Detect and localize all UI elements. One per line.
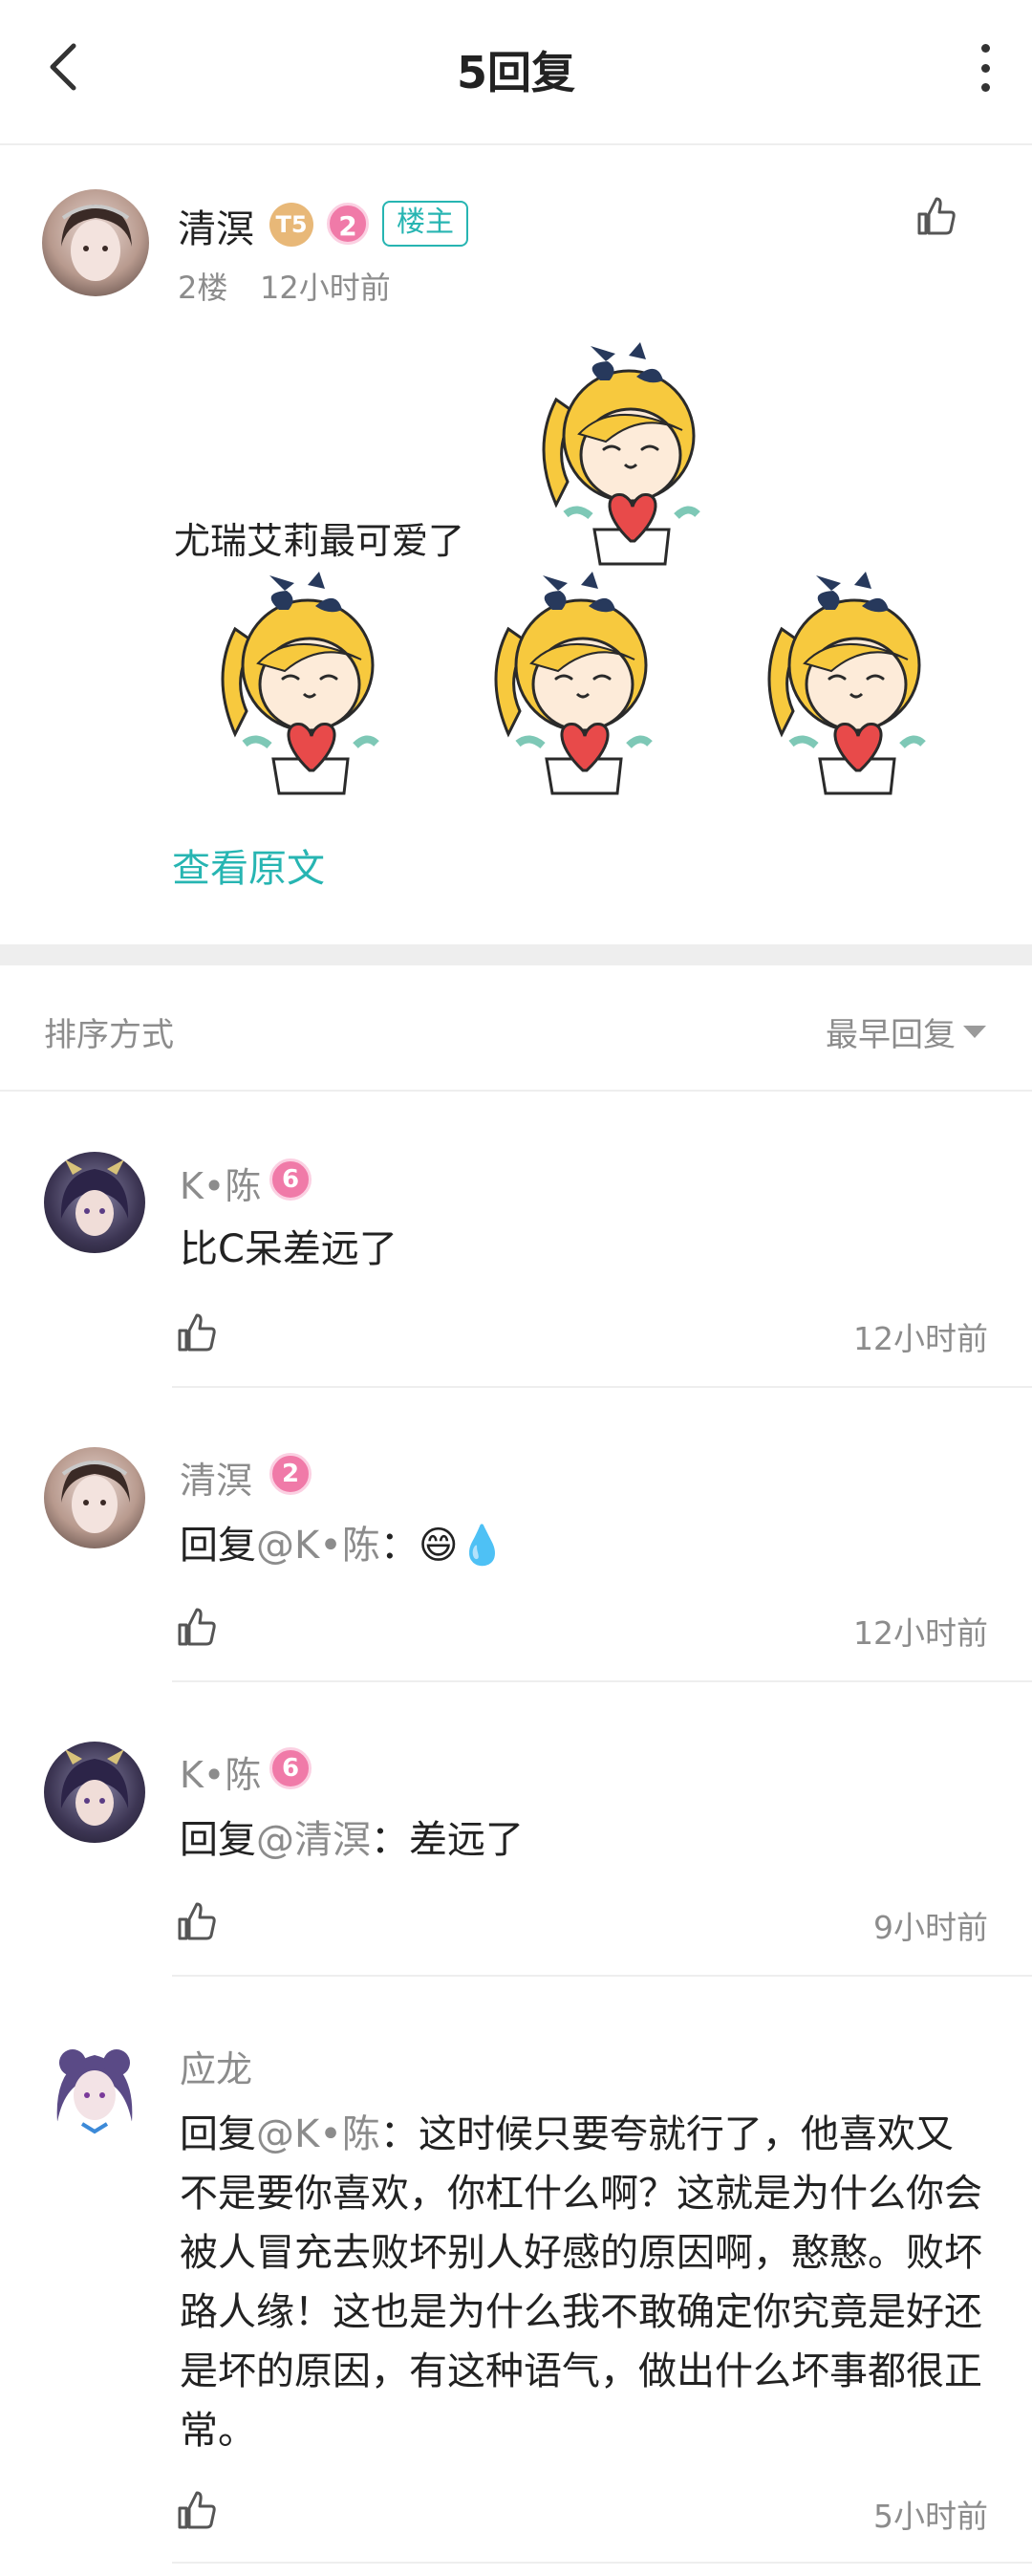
divider: [172, 1680, 1032, 1682]
reply-avatar[interactable]: [44, 1742, 145, 1843]
reply-like-button[interactable]: [176, 1900, 218, 1942]
reply-author-name[interactable]: K•陈: [180, 1745, 261, 1798]
section-separator: [0, 944, 1032, 965]
chibi-girl-heart-sticker: [494, 572, 653, 795]
post-floor: 2楼: [178, 270, 228, 306]
reply-text: 回复@K•陈：这时候只要夸就行了，他喜欢又不是要你喜欢，你杠什么啊？这就是为什么…: [180, 2112, 982, 2453]
divider: [172, 1386, 1032, 1388]
post-author-name[interactable]: 清溟: [178, 198, 254, 253]
reply-text: 比C呆差远了: [180, 1227, 398, 1271]
chibi-girl-heart-sticker: [542, 342, 700, 566]
sort-dropdown[interactable]: 最早回复: [826, 1008, 956, 1055]
page-title: 5回复: [456, 47, 575, 98]
divider: [172, 2562, 1032, 2564]
reply-author-name[interactable]: 应龙: [180, 2040, 252, 2092]
reply-avatar[interactable]: [44, 2036, 145, 2137]
reply-author-name[interactable]: 清溟: [180, 1451, 252, 1504]
more-vertical-icon[interactable]: [971, 44, 1000, 92]
reply-like-button[interactable]: [176, 2489, 218, 2531]
thumbs-up-icon: [178, 2491, 216, 2529]
reply-time: 12小时前: [853, 1614, 988, 1652]
thumbs-up-icon: [178, 1608, 216, 1646]
post-time: 12小时前: [260, 270, 391, 306]
rank-badge: 2: [269, 1453, 312, 1495]
reply-author-name[interactable]: K•陈: [180, 1157, 261, 1209]
owner-tag: 楼主: [382, 201, 468, 247]
chibi-girl-heart-sticker: [767, 572, 926, 795]
reply-time: 12小时前: [853, 1320, 988, 1357]
level-badge: T5: [269, 203, 313, 247]
view-original-link[interactable]: 查看原文: [172, 837, 325, 893]
rank-badge: 2: [327, 203, 369, 245]
reply-avatar[interactable]: [44, 1447, 145, 1548]
caret-down-icon[interactable]: [963, 1026, 986, 1038]
thumbs-up-icon: [178, 1313, 216, 1352]
top-bar: 5回复: [0, 0, 1032, 145]
reply-like-button[interactable]: [176, 1311, 218, 1353]
reply-avatar[interactable]: [44, 1152, 145, 1253]
reply-text: 回复@K•陈：😄💧: [180, 1524, 506, 1568]
reply-time: 9小时前: [873, 1909, 988, 1946]
divider: [172, 1975, 1032, 1977]
sort-label: 排序方式: [44, 1016, 174, 1054]
thumbs-up-icon: [178, 1902, 216, 1940]
post-text: 尤瑞艾莉最可爱了: [174, 520, 465, 562]
divider: [0, 1090, 1032, 1092]
reply-time: 5小时前: [873, 2498, 988, 2535]
author-avatar[interactable]: [42, 189, 149, 296]
rank-badge: 6: [269, 1158, 312, 1201]
chibi-girl-heart-sticker: [221, 572, 379, 795]
rank-badge: 6: [269, 1747, 312, 1789]
reply-like-button[interactable]: [176, 1606, 218, 1648]
reply-text: 回复@清溟：差远了: [180, 1818, 524, 1862]
post-like-button[interactable]: [915, 195, 957, 237]
thumbs-up-icon: [917, 197, 956, 235]
